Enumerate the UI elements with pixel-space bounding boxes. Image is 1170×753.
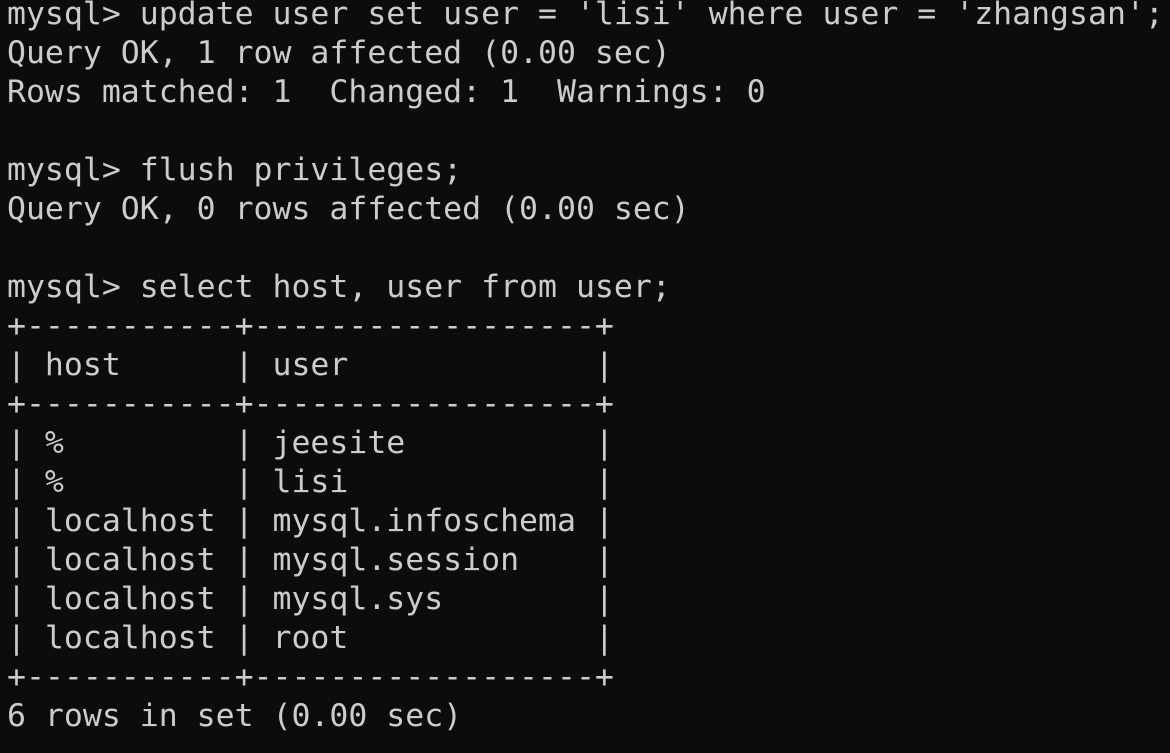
terminal-window[interactable]: mysql> update user set user = 'lisi' whe… (0, 0, 1170, 748)
table-row: | % | lisi | (7, 464, 614, 500)
output-line: Query OK, 1 row affected (0.00 sec) (7, 35, 671, 71)
command-line: mysql> flush privileges; (7, 152, 463, 188)
output-line: Rows matched: 1 Changed: 1 Warnings: 0 (7, 74, 766, 110)
table-border: +-----------+------------------+ (7, 659, 614, 695)
output-line: 6 rows in set (0.00 sec) (7, 698, 463, 734)
table-header-row: | host | user | (7, 347, 614, 383)
command-line: mysql> update user set user = 'lisi' whe… (7, 0, 1164, 32)
table-row: | localhost | mysql.infoschema | (7, 503, 614, 539)
table-row: | % | jeesite | (7, 425, 614, 461)
table-border: +-----------+------------------+ (7, 386, 614, 422)
output-line: Query OK, 0 rows affected (0.00 sec) (7, 191, 690, 227)
table-row: | localhost | root | (7, 620, 614, 656)
table-row: | localhost | mysql.sys | (7, 581, 614, 617)
table-border: +-----------+------------------+ (7, 308, 614, 344)
command-line: mysql> select host, user from user; (7, 269, 671, 305)
table-row: | localhost | mysql.session | (7, 542, 614, 578)
